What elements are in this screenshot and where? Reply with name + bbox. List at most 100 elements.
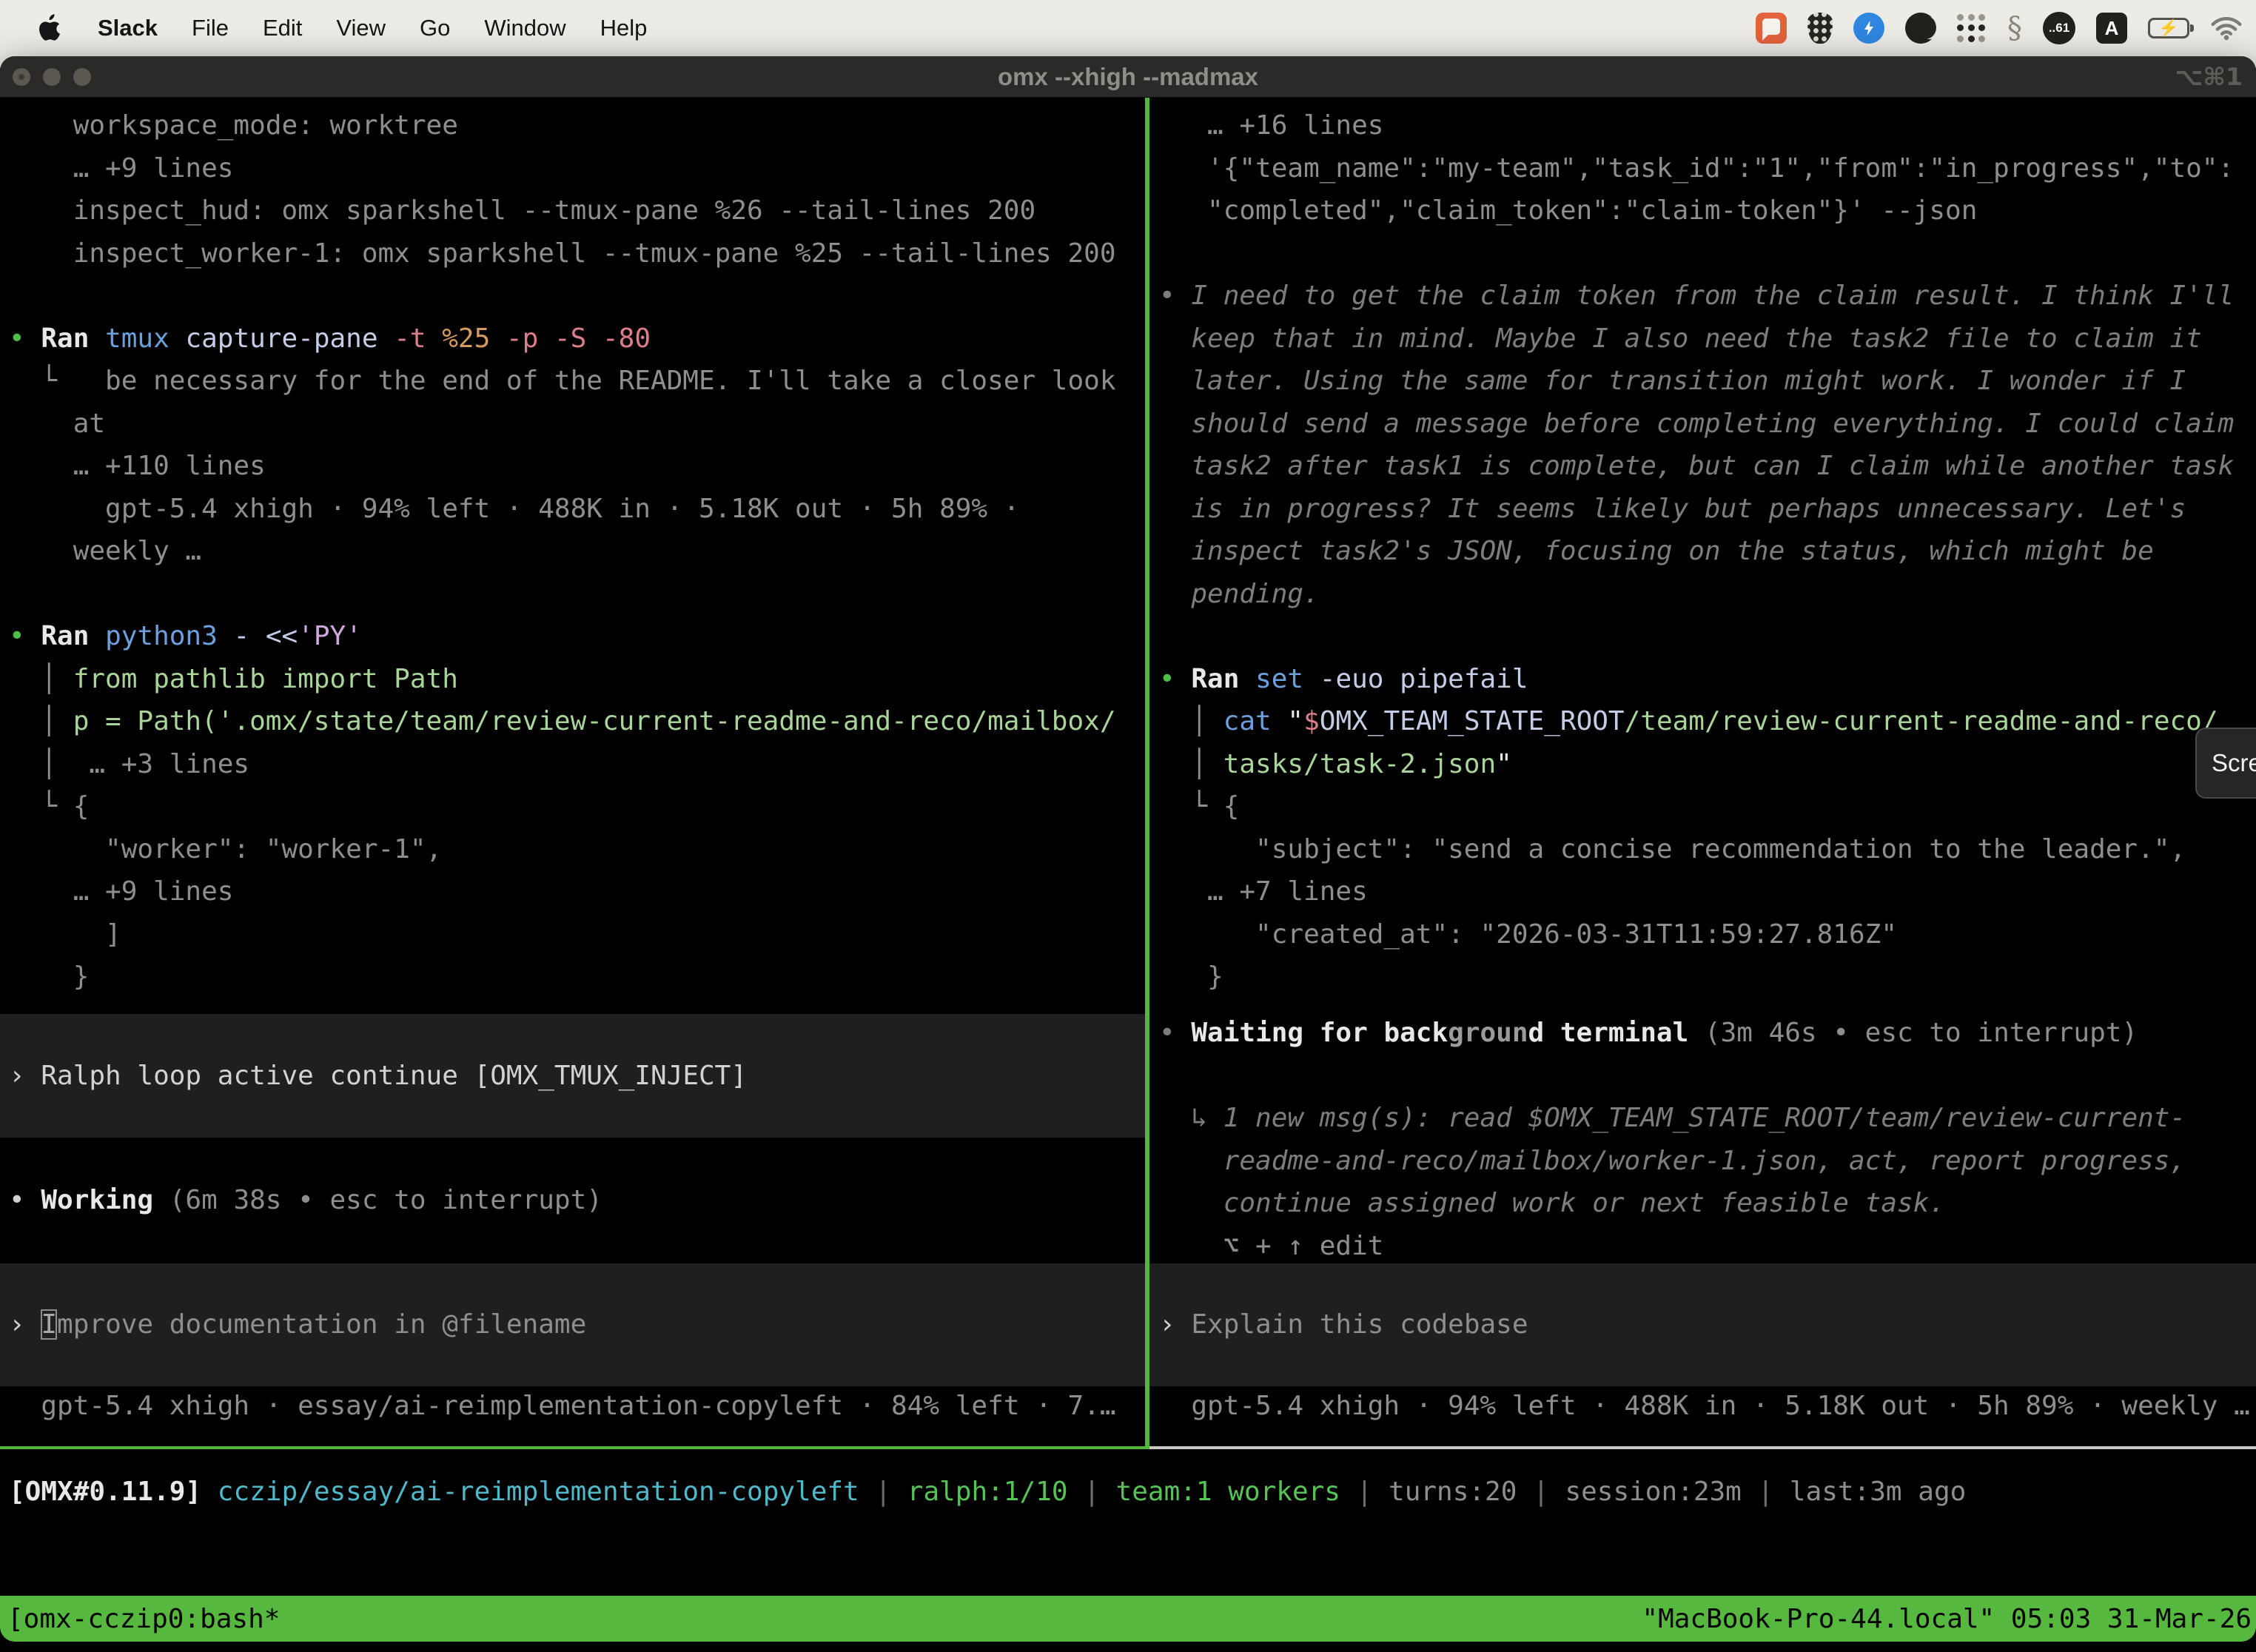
text-segment: OMX_TEAM_STATE_ROOT [1320,706,1625,736]
terminal-line: › Ralph loop active continue [OMX_TMUX_I… [9,1055,1145,1098]
text-segment: | [1340,1477,1389,1507]
text-segment: └ { [1159,791,1239,822]
dots-grid-icon[interactable] [1957,13,1987,43]
text-segment: ↳ [1159,1103,1223,1133]
text-segment: │ … +3 lines [9,749,249,779]
terminal-line: inspect_worker-1: omx sparkshell --tmux-… [9,232,1145,275]
tmux-session-label[interactable]: [omx-cczip0:bash* [7,1604,280,1634]
terminal-line: … +110 lines [9,445,1145,488]
crescent-icon[interactable] [1905,13,1936,44]
terminal-line [1159,1055,2256,1098]
battery-percent-icon[interactable]: ..61 [2043,12,2075,44]
text-segment: 1 new msg(s): read $OMX_TEAM_STATE_ROOT/… [1223,1103,2186,1133]
wifi-icon[interactable] [2210,16,2243,41]
text-segment: later. Using the same for transition mig… [1159,366,2186,396]
working-status: • Working (6m 38s • esc to interrupt) [0,1179,1145,1222]
text-segment: I need to get the claim token from the c… [1191,281,2234,311]
menu-item-edit[interactable]: Edit [263,15,302,41]
terminal-line [1159,232,2256,275]
messages-icon[interactable] [1756,13,1787,44]
text-segment: -t [394,323,442,354]
menu-item-file[interactable]: File [192,15,229,41]
terminal-line: } [9,956,1145,998]
window-title-bar[interactable]: omx --xhigh --madmax ⌥⌘1 [0,56,2256,98]
terminal-line: ↳ 1 new msg(s): read $OMX_TEAM_STATE_ROO… [1159,1097,2256,1140]
prompt-input[interactable]: › Explain this codebase [1149,1263,2256,1386]
screen-share-tooltip: Scre [2195,728,2256,799]
text-segment: "created_at": "2026-03-31T11:59:27.816Z" [1159,919,1897,950]
text-segment: -p [506,323,554,354]
text-segment: task2 after task1 is complete, but can I… [1159,451,2234,481]
text-segment: › [9,1309,41,1340]
apple-menu-icon[interactable] [38,13,64,43]
text-segment: continue assigned work or next feasible … [1159,1188,1945,1218]
omx-status-line: [OMX#0.11.9] cczip/essay/ai-reimplementa… [0,1471,2256,1514]
terminal-line: keep that in mind. Maybe I also need the… [1159,318,2256,360]
text-segment: • [1159,664,1191,694]
pane-hud-left[interactable]: workspace_mode: worktree … +9 lines insp… [0,98,1145,1446]
battery-icon[interactable]: ⚡ [2148,18,2189,38]
text-segment: "subject": "send a concise recommendatio… [1159,834,2186,864]
scrollback: … +16 lines '{"team_name":"my-team","tas… [1149,104,2256,998]
text-segment: … +9 lines [9,153,233,184]
status-icons: § ..61 A ⚡ [1756,11,2243,45]
text-segment: " [1287,706,1303,736]
text-segment: inspect_hud: omx sparkshell --tmux-pane … [9,195,1035,226]
text-segment: '{"team_name":"my-team","task_id":"1","f… [1159,153,2234,184]
session-status-line: gpt-5.4 xhigh · essay/ai-reimplementatio… [0,1385,1145,1428]
terminal-line: "subject": "send a concise recommendatio… [1159,828,2256,871]
text-segment: p = Path('.omx/state/team/review-current… [73,706,1116,736]
scrollback: workspace_mode: worktree … +9 lines insp… [0,104,1145,998]
screen-share-tooltip-label: Scre [2212,749,2256,777]
text-segment: workspace_mode: worktree [9,110,458,141]
text-segment [201,1477,218,1507]
keyboard-layout-icon[interactable]: A [2096,13,2127,44]
tmux-status-bar: [omx-cczip0:bash* "MacBook-Pro-44.local"… [0,1596,2256,1642]
text-segment: " [1496,749,1512,779]
text-segment: Working [41,1185,169,1215]
terminal-line: │ … +3 lines [9,743,1145,786]
terminal-line [1159,615,2256,658]
text-segment: d terminal [1528,1018,1705,1048]
text-segment: should send a message before completing … [1159,409,2234,439]
text-segment: set [1255,664,1320,694]
terminal-line: "created_at": "2026-03-31T11:59:27.816Z" [1159,913,2256,956]
text-segment: Ralph loop active continue [OMX_TMUX_INJ… [41,1061,747,1091]
menu-item-slack[interactable]: Slack [98,15,158,41]
text-segment: /team/review-current-readme-and-reco/ [1625,706,2218,736]
shield-icon[interactable] [1807,13,1833,44]
text-segment: weekly … [9,536,201,566]
menu-item-window[interactable]: Window [484,15,565,41]
text-segment: 'PY' [298,621,362,651]
text-segment: "completed","claim_token":"claim-token"}… [1159,195,1977,226]
prompt-input[interactable]: › Improve documentation in @filename [0,1263,1145,1386]
terminal-line: weekly … [9,530,1145,573]
text-segment: … +7 lines [1159,876,1368,907]
text-segment: Ran [41,323,105,354]
terminal-line: readme-and-reco/mailbox/worker-1.json, a… [1159,1140,2256,1183]
pane-worker-right[interactable]: … +16 lines '{"team_name":"my-team","tas… [1149,98,2256,1446]
menu-item-help[interactable]: Help [600,15,648,41]
text-segment: • [9,323,41,354]
window-shortcut: ⌥⌘1 [2175,62,2243,91]
text-segment: [OMX#0.11.9] [9,1477,201,1507]
terminal-line: • Ran tmux capture-pane -t %25 -p -S -80 [9,318,1145,360]
text-segment: -euo pipefail [1320,664,1528,694]
badge-bolt-icon[interactable] [1853,13,1884,44]
text-segment: gpt-5.4 xhigh · 94% left · 488K in · 5.1… [1159,1391,2250,1421]
squiggle-icon[interactable]: § [2007,11,2022,45]
text-segment: Ran [41,621,105,651]
terminal-line: • Ran set -euo pipefail [1159,658,2256,701]
menu-item-go[interactable]: Go [420,15,450,41]
tmux-panes: workspace_mode: worktree … +9 lines insp… [0,98,2256,1449]
text-segment: at [9,409,105,439]
terminal-line: at [9,403,1145,446]
text-segment: | [1517,1477,1565,1507]
text-segment: "worker": "worker-1", [9,834,442,864]
text-segment: › [1159,1309,1191,1340]
pane-divider[interactable] [1145,98,1149,1449]
menu-item-view[interactable]: View [336,15,386,41]
text-segment: Explain this codebase [1191,1309,1528,1340]
text-segment: } [9,961,89,992]
terminal-line: │ p = Path('.omx/state/team/review-curre… [9,700,1145,743]
